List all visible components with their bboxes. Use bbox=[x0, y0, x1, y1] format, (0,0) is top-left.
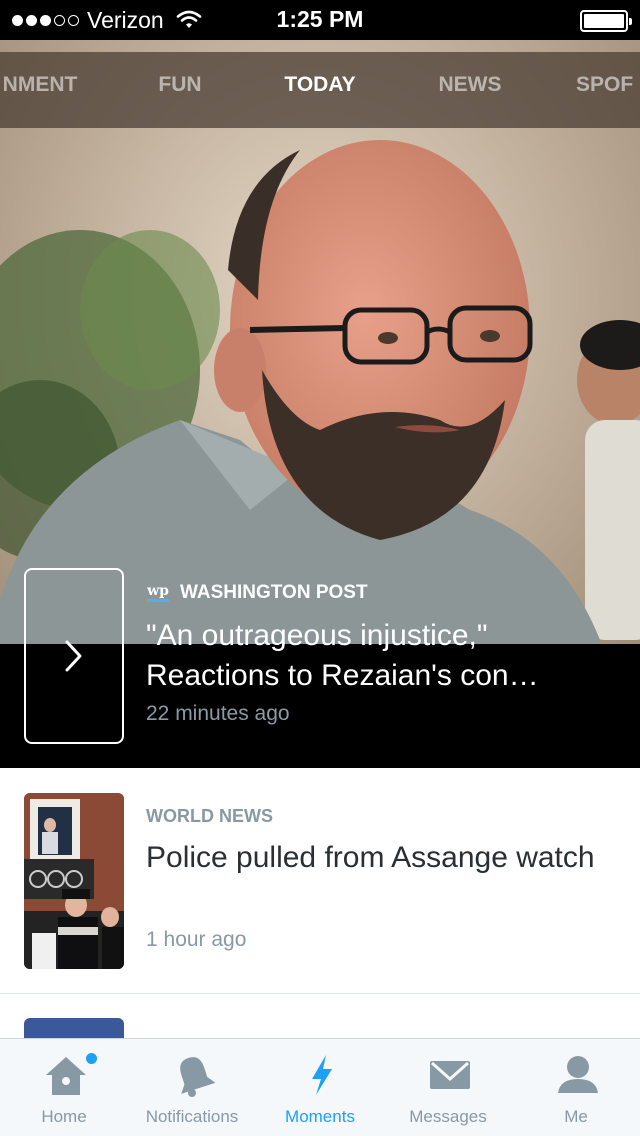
tab-sports[interactable]: SPOF bbox=[576, 52, 640, 128]
bell-icon bbox=[180, 1057, 216, 1097]
tab-messages[interactable]: Messages bbox=[384, 1039, 512, 1136]
tab-moments[interactable]: Moments bbox=[256, 1039, 384, 1136]
hero-source-name: WASHINGTON POST bbox=[180, 582, 368, 603]
tab-entertainment[interactable]: NMENT bbox=[0, 52, 90, 128]
tab-fun[interactable]: FUN bbox=[130, 52, 230, 128]
hero-timestamp: 22 minutes ago bbox=[146, 702, 290, 725]
hero-headline[interactable]: "An outrageous injustice," Reactions to … bbox=[146, 616, 616, 696]
tab-notifications[interactable]: Notifications bbox=[128, 1039, 256, 1136]
story-category: WORLD NEWS bbox=[146, 806, 273, 826]
story-thumbnail bbox=[24, 793, 124, 969]
moment-card[interactable]: WORLD NEWS Police pulled from Assange wa… bbox=[0, 768, 640, 994]
tab-notifications-label: Notifications bbox=[145, 1107, 239, 1126]
bottom-tab-bar: Home Notifications Moments Messages Me bbox=[0, 1038, 640, 1136]
tab-news[interactable]: NEWS bbox=[420, 52, 520, 128]
hero-headline-line-1: "An outrageous injustice," bbox=[146, 619, 488, 652]
tab-home[interactable]: Home bbox=[0, 1039, 128, 1136]
open-moment-button[interactable] bbox=[24, 568, 124, 744]
envelope-icon bbox=[430, 1061, 470, 1089]
tab-moments-label: Moments bbox=[285, 1107, 355, 1126]
tab-me-label: Me bbox=[564, 1107, 588, 1126]
hero-source: wp WASHINGTON POST bbox=[146, 580, 368, 606]
home-icon bbox=[46, 1057, 86, 1095]
person-icon bbox=[558, 1056, 598, 1093]
tab-today[interactable]: TODAY bbox=[260, 52, 380, 128]
status-bar: Verizon 1:25 PM bbox=[0, 0, 640, 40]
story-timestamp: 1 hour ago bbox=[146, 928, 247, 951]
story-title: Police pulled from Assange watch bbox=[146, 841, 595, 874]
status-time: 1:25 PM bbox=[276, 6, 364, 32]
tab-me[interactable]: Me bbox=[512, 1039, 640, 1136]
tab-messages-label: Messages bbox=[409, 1107, 487, 1126]
battery-icon bbox=[580, 10, 632, 32]
tab-home-label: Home bbox=[41, 1107, 87, 1126]
hero-headline-line-2: Reactions to Rezaian's con… bbox=[146, 659, 539, 692]
lightning-icon bbox=[312, 1055, 332, 1095]
chevron-right-icon bbox=[65, 640, 82, 672]
home-notification-badge bbox=[86, 1053, 97, 1064]
washington-post-logo-icon: wp bbox=[146, 581, 170, 605]
category-tabs: NMENT FUN TODAY NEWS SPOF bbox=[0, 52, 640, 128]
